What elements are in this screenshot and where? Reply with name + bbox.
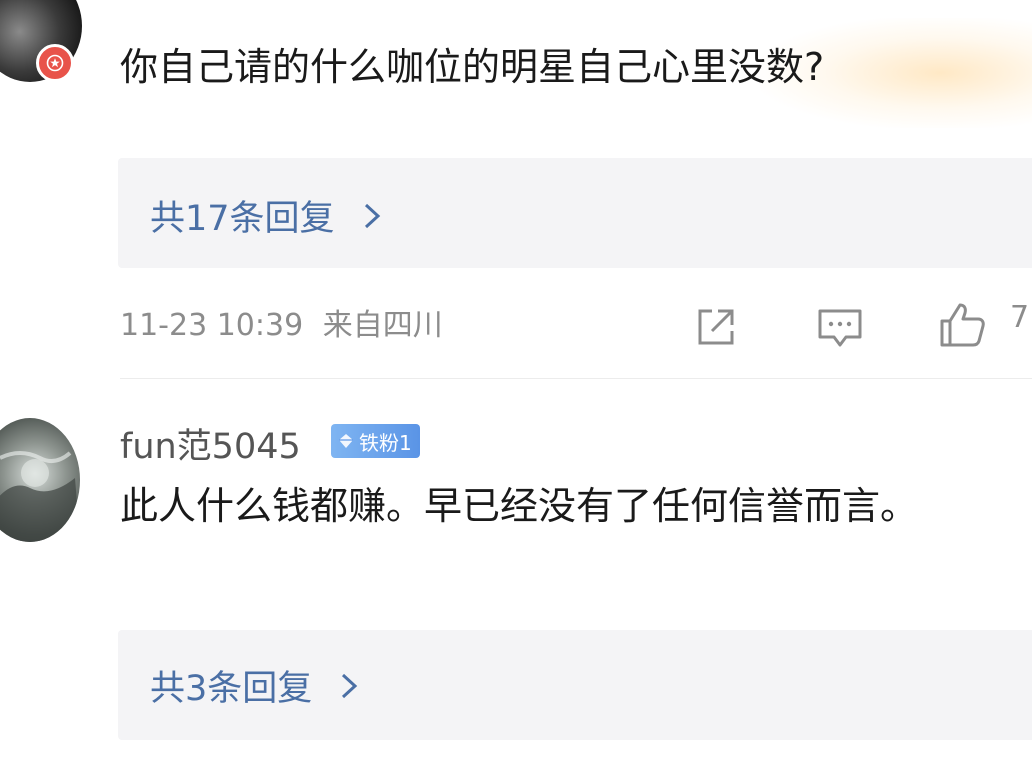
comment-meta: 11-23 10:39 来自四川 [120, 300, 443, 344]
reply-count-label: 共17条回复 [150, 199, 335, 239]
divider [120, 378, 1032, 379]
chevron-right-icon [342, 673, 358, 698]
share-icon[interactable] [692, 303, 740, 351]
vip-star-icon [46, 54, 64, 72]
diamond-icon [339, 434, 353, 448]
avatar-image [0, 451, 80, 542]
reply-count-label: 共3条回复 [150, 669, 313, 709]
username[interactable] [120, 0, 500, 6]
chevron-right-icon [364, 203, 380, 228]
like-icon[interactable] [938, 301, 986, 349]
fan-badge-label: 铁粉1 [359, 430, 412, 455]
vip-badge [36, 44, 74, 82]
avatar[interactable] [0, 418, 80, 542]
view-replies-link[interactable]: 共3条回复 [150, 660, 358, 711]
comment-text: 此人什么钱都赚。早已经没有了任何信誉而言。 [120, 484, 919, 528]
location: 来自四川 [322, 308, 443, 343]
timestamp: 11-23 10:39 [120, 308, 304, 343]
view-replies-link[interactable]: 共17条回复 [150, 190, 381, 241]
comment-icon[interactable] [816, 303, 864, 351]
fan-badge: 铁粉1 [331, 424, 420, 458]
username[interactable]: fun范5045 [120, 418, 301, 469]
comment-text: 你自己请的什么咖位的明星自己心里没数? [120, 45, 825, 89]
like-count: 7 [1010, 300, 1030, 335]
